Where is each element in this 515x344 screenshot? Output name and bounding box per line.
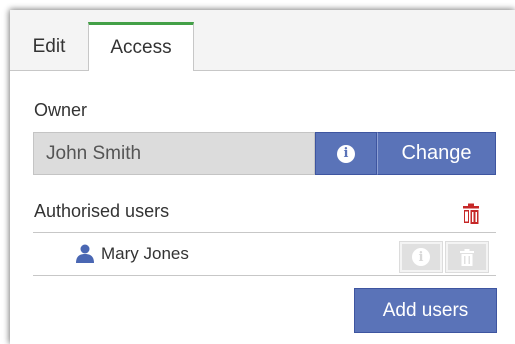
trash-icon xyxy=(460,248,474,266)
owner-info-button[interactable]: i xyxy=(315,132,377,175)
user-row-actions: i xyxy=(399,241,493,273)
list-item: Mary Jones i xyxy=(33,233,496,275)
trash-multiple-icon[interactable] xyxy=(460,202,482,226)
divider xyxy=(33,275,496,276)
user-info-button[interactable]: i xyxy=(399,241,443,273)
owner-label: Owner xyxy=(34,100,88,120)
info-icon: i xyxy=(337,144,355,163)
authorised-users-label: Authorised users xyxy=(34,201,170,221)
change-owner-button[interactable]: Change xyxy=(377,132,496,175)
access-panel: Edit Access Owner John Smith i Change Au… xyxy=(10,10,515,344)
info-icon: i xyxy=(412,248,430,266)
tab-bar: Edit Access xyxy=(10,10,515,71)
tab-access[interactable]: Access xyxy=(88,22,194,71)
tab-edit[interactable]: Edit xyxy=(10,24,88,70)
user-icon xyxy=(76,244,94,263)
remove-user-button[interactable] xyxy=(445,241,489,273)
user-name: Mary Jones xyxy=(101,244,189,263)
add-users-button[interactable]: Add users xyxy=(354,288,497,333)
owner-field: John Smith xyxy=(33,132,315,175)
